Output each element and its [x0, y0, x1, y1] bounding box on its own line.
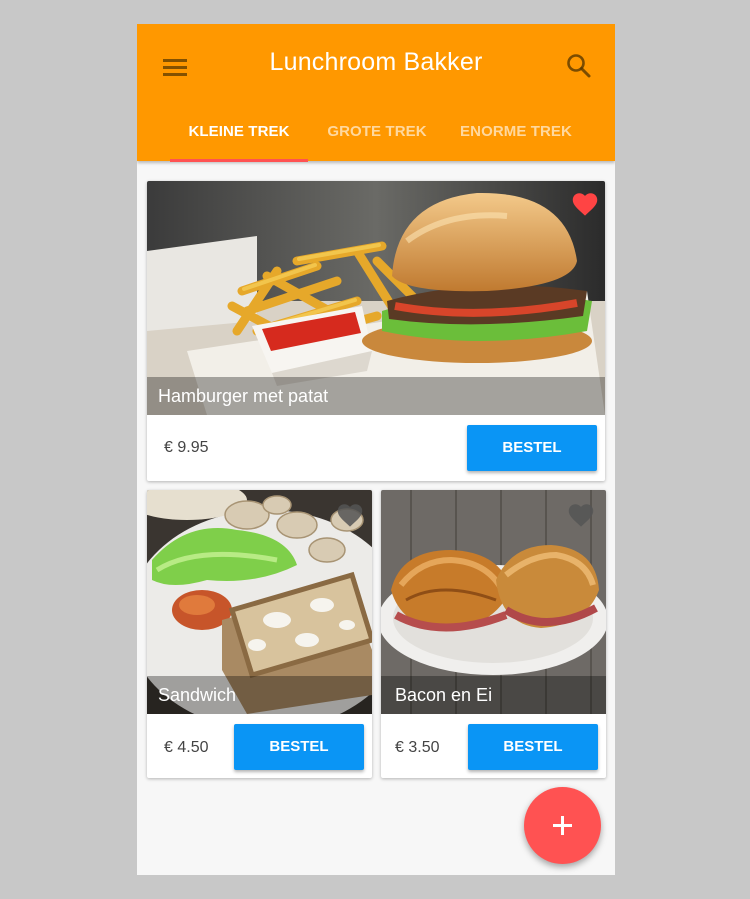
tab-grote-trek[interactable]: GROTE TREK: [309, 120, 445, 161]
app-screen: Lunchroom Bakker KLEINE TREK GROTE TREK …: [137, 24, 615, 875]
hamburger-image: Hamburger met patat: [147, 181, 605, 415]
order-button[interactable]: BESTEL: [468, 724, 598, 770]
product-name: Hamburger met patat: [147, 377, 605, 415]
product-card-bacon-en-ei: Bacon en Ei € 3.50 BESTEL: [381, 490, 606, 778]
product-name: Sandwich: [147, 676, 372, 714]
heart-icon[interactable]: [567, 502, 595, 528]
category-tabs: KLEINE TREK GROTE TREK ENORME TREK: [137, 120, 615, 161]
order-button[interactable]: BESTEL: [467, 425, 597, 471]
product-price: € 9.95: [164, 439, 209, 456]
product-price: € 3.50: [395, 739, 440, 756]
heart-icon[interactable]: [336, 502, 364, 528]
search-icon[interactable]: [565, 52, 593, 80]
tab-indicator: [170, 159, 308, 162]
add-fab-button[interactable]: [524, 787, 601, 864]
product-name: Bacon en Ei: [381, 676, 606, 714]
heart-icon-favorited[interactable]: [571, 191, 599, 217]
product-card-hamburger: Hamburger met patat € 9.95 BESTEL: [147, 181, 605, 481]
app-title: Lunchroom Bakker: [269, 48, 483, 76]
tab-enorme-trek[interactable]: ENORME TREK: [449, 120, 583, 161]
product-price: € 4.50: [164, 739, 209, 756]
app-bar: Lunchroom Bakker KLEINE TREK GROTE TREK …: [137, 24, 615, 161]
order-button[interactable]: BESTEL: [234, 724, 364, 770]
tab-kleine-trek[interactable]: KLEINE TREK: [170, 120, 308, 161]
product-card-sandwich: Sandwich € 4.50 BESTEL: [147, 490, 372, 778]
